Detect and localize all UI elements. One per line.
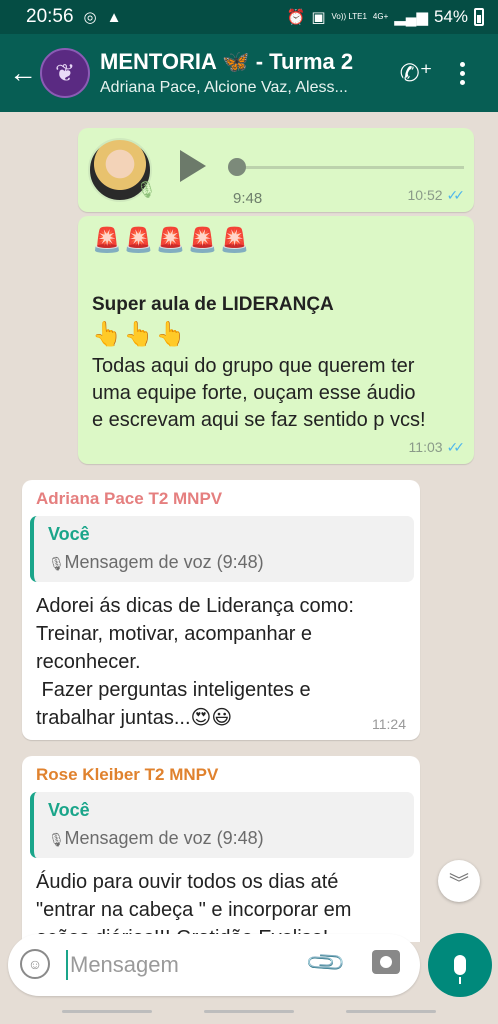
siren-emojis: 🚨🚨🚨🚨🚨: [92, 227, 252, 254]
message-line: Todas aqui do grupo que querem ter: [92, 355, 415, 377]
message-line: trabalhar juntas...😍😃: [36, 707, 233, 729]
mic-icon: 🎙: [48, 832, 65, 847]
nav-home[interactable]: [204, 1010, 294, 1013]
nav-recents[interactable]: [62, 1010, 152, 1013]
message-line: Fazer perguntas inteligentes e: [36, 679, 311, 701]
text-message[interactable]: 🚨🚨🚨🚨🚨 Super aula de LIDERANÇA 👆👆👆 Todas …: [78, 216, 474, 464]
group-avatar[interactable]: ❦: [40, 48, 90, 98]
quoted-message[interactable]: Você 🎙Mensagem de voz (9:48): [30, 516, 414, 582]
message-composer: ☺ Mensagem 📎: [8, 934, 420, 996]
network-label: Vo)) LTE1: [331, 12, 367, 21]
vibrate-icon: ▣: [311, 8, 326, 26]
message-line: "entrar na cabeça " e incorporar em: [36, 899, 352, 921]
message-line: Áudio para ouvir todos os dias até: [36, 871, 339, 893]
voice-message[interactable]: 🎙 9:48 10:52 ✓✓: [78, 128, 474, 212]
butterfly-icon: ❦: [54, 59, 76, 87]
message-line: uma equipe forte, ouçam esse áudio: [92, 382, 416, 404]
message-time: 10:52 ✓✓: [407, 187, 466, 203]
chevron-down-icon: ︾: [449, 872, 469, 895]
attach-icon[interactable]: 📎: [304, 940, 349, 985]
camera-icon[interactable]: [372, 950, 400, 974]
signal-type-label: 4G+: [372, 12, 389, 21]
battery-icon: [474, 8, 484, 26]
quote-text: 🎙Mensagem de voz (9:48): [48, 828, 264, 848]
message-time: 11:24: [372, 716, 406, 732]
voice-record-button[interactable]: [428, 933, 492, 997]
back-arrow-icon[interactable]: ←: [0, 57, 38, 89]
pointing-emojis: 👆👆👆: [92, 321, 188, 348]
audio-seek-handle[interactable]: [228, 158, 246, 176]
signal-icon: ▂▄▆: [394, 8, 428, 26]
play-icon[interactable]: [180, 150, 206, 182]
incoming-message[interactable]: Rose Kleiber T2 MNPV Você 🎙Mensagem de v…: [22, 756, 420, 942]
message-line: reconhecer.: [36, 651, 141, 673]
read-ticks-icon: ✓✓: [446, 187, 466, 203]
system-nav-bar: [0, 1004, 498, 1024]
mic-icon: 🎙: [136, 182, 157, 199]
nav-back[interactable]: [346, 1010, 436, 1013]
scroll-down-button[interactable]: ︾: [438, 860, 480, 902]
quote-author: Você: [48, 524, 90, 544]
chat-members: Adriana Pace, Alcione Vaz, Aless...: [100, 79, 348, 96]
message-time: 11:03 ✓✓: [408, 439, 466, 455]
audio-duration: 9:48: [233, 190, 263, 207]
instagram-icon: ◎: [83, 8, 97, 26]
incoming-message[interactable]: Adriana Pace T2 MNPV Você 🎙Mensagem de v…: [22, 480, 420, 740]
message-line: e escrevam aqui se faz sentido p vcs!: [92, 409, 426, 431]
battery-percent: 54%: [433, 7, 468, 26]
message-list[interactable]: 🎙 9:48 10:52 ✓✓ 🚨🚨🚨🚨🚨 Super aula de LIDER…: [0, 112, 498, 942]
quoted-message[interactable]: Você 🎙Mensagem de voz (9:48): [30, 792, 414, 858]
emoji-icon[interactable]: ☺: [20, 949, 50, 979]
message-input[interactable]: Mensagem: [70, 952, 179, 978]
sender-name[interactable]: Adriana Pace T2 MNPV: [36, 489, 222, 509]
chat-title: MENTORIA 🦋 - Turma 2: [100, 49, 354, 74]
status-time: 20:56: [26, 6, 74, 27]
message-headline: Super aula de LIDERANÇA: [92, 294, 334, 315]
more-options-icon[interactable]: [442, 61, 482, 85]
text-cursor: [66, 950, 68, 980]
message-line: Treinar, motivar, acompanhar e: [36, 623, 313, 645]
quote-author: Você: [48, 800, 90, 820]
quote-text: 🎙Mensagem de voz (9:48): [48, 552, 264, 572]
read-ticks-icon: ✓✓: [446, 439, 466, 455]
audio-track[interactable]: [236, 166, 464, 169]
mic-icon: 🎙: [48, 556, 65, 571]
sender-name[interactable]: Rose Kleiber T2 MNPV: [36, 765, 218, 785]
mic-icon: [454, 955, 466, 984]
warning-icon: ▲: [106, 8, 122, 26]
alarm-icon: ⏰: [286, 8, 306, 26]
chat-header: ← ❦ MENTORIA 🦋 - Turma 2 Adriana Pace, A…: [0, 34, 498, 112]
add-call-icon[interactable]: ✆⁺: [390, 59, 442, 88]
message-line: Adorei ás dicas de Liderança como:: [36, 595, 354, 617]
status-bar: 20:56 ◎ ▲ ⏰ ▣ Vo)) LTE1 4G+ ▂▄▆ 54%: [0, 0, 498, 34]
chat-title-area[interactable]: MENTORIA 🦋 - Turma 2 Adriana Pace, Alcio…: [100, 49, 390, 97]
